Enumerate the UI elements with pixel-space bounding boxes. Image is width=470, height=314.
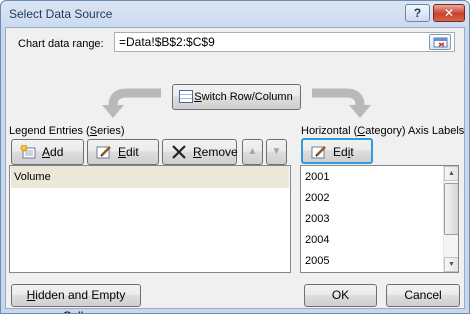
ok-button[interactable]: OK: [304, 284, 377, 307]
chart-data-range-label: Chart data range:: [18, 38, 104, 50]
scroll-up-icon[interactable]: ▲: [444, 166, 458, 181]
edit-axis-icon: [311, 146, 326, 159]
edit-axis-label-pre: Ed: [333, 145, 348, 159]
list-item[interactable]: 2004: [305, 234, 329, 246]
close-button[interactable]: ✕: [433, 4, 465, 22]
hidden-label-post: idden and Empty Cells: [35, 288, 126, 313]
down-arrow-icon: ▼: [271, 146, 282, 157]
axis-heading-accel: C: [357, 125, 366, 137]
hidden-empty-cells-button[interactable]: Hidden and Empty Cells: [11, 284, 141, 313]
move-up-button[interactable]: ▲: [242, 139, 263, 165]
hidden-label-accel: H: [26, 288, 36, 302]
legend-heading-pre: Legend Entries (: [9, 125, 90, 137]
list-item[interactable]: 2001: [305, 171, 329, 183]
title-bar[interactable]: Select Data Source ? ✕: [1, 1, 469, 27]
left-curved-arrow-icon: [102, 88, 161, 118]
add-series-button[interactable]: Add: [11, 139, 84, 165]
scrollbar-thumb[interactable]: [444, 183, 458, 235]
add-label-accel: A: [42, 145, 51, 159]
remove-series-button[interactable]: Remove: [162, 139, 238, 165]
list-item[interactable]: 2003: [305, 213, 329, 225]
add-series-icon: [20, 145, 36, 159]
list-item[interactable]: Volume: [11, 166, 289, 188]
remove-label-accel: R: [193, 145, 202, 159]
list-item[interactable]: 2005: [305, 255, 329, 267]
axis-heading-post: ategory) Axis Labels: [365, 125, 465, 137]
collapse-dialog-icon: [433, 37, 448, 48]
switch-label-accel: S: [194, 91, 202, 103]
legend-heading-post: eries): [97, 125, 125, 137]
add-label-post: dd: [50, 145, 64, 159]
help-button[interactable]: ?: [405, 4, 430, 22]
scroll-down-icon[interactable]: ▼: [444, 257, 458, 272]
range-picker-button[interactable]: [429, 34, 451, 50]
edit-label-accel: E: [118, 145, 127, 159]
switch-row-column-icon: [179, 90, 193, 103]
edit-series-icon: [96, 146, 111, 159]
switch-label-post: witch Row/Column: [201, 91, 293, 103]
category-scrollbar[interactable]: ▲ ▼: [443, 166, 458, 272]
axis-labels-heading: Horizontal (Category) Axis Labels: [301, 125, 464, 137]
edit-axis-label-post: t: [350, 145, 354, 159]
select-data-source-dialog: Select Data Source ? ✕ Chart data range:…: [0, 0, 470, 314]
window-title: Select Data Source: [9, 7, 113, 21]
legend-series-list[interactable]: Volume: [9, 165, 291, 273]
up-arrow-icon: ▲: [247, 146, 258, 157]
edit-series-button[interactable]: Edit: [87, 139, 159, 165]
cancel-button[interactable]: Cancel: [386, 284, 460, 307]
category-labels-list[interactable]: 2001 2002 2003 2004 2005 ▲ ▼: [300, 165, 459, 273]
axis-heading-pre: Horizontal (: [301, 125, 358, 137]
edit-label-post: dit: [126, 145, 139, 159]
chart-data-range-input[interactable]: =Data!$B$2:$C$9: [114, 32, 455, 52]
edit-axis-labels-button[interactable]: Edit: [301, 138, 373, 164]
remove-label-post: emove: [201, 145, 238, 159]
list-item[interactable]: 2002: [305, 192, 329, 204]
right-curved-arrow-icon: [312, 88, 371, 118]
move-down-button[interactable]: ▼: [266, 139, 287, 165]
remove-x-icon: [172, 145, 186, 159]
legend-entries-heading: Legend Entries (Series): [9, 125, 125, 137]
legend-heading-accel: S: [89, 125, 98, 137]
